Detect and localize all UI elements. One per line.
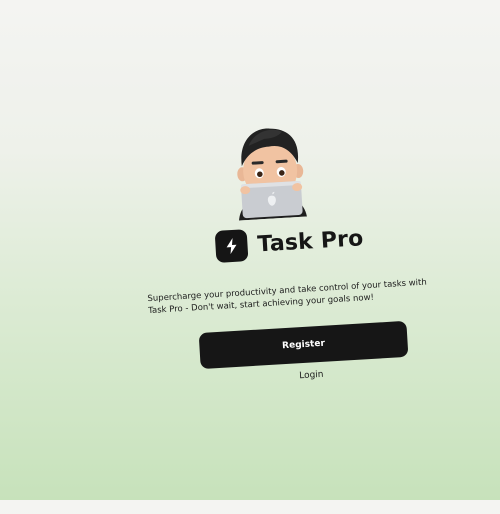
register-button[interactable]: Register [198, 320, 409, 370]
welcome-content: Task Pro Supercharge your productivity a… [0, 0, 500, 514]
user-avatar [237, 128, 307, 221]
app-name: Task Pro [256, 225, 365, 257]
lightning-icon [214, 229, 249, 263]
welcome-screen: Task Pro Supercharge your productivity a… [0, 0, 500, 500]
app-logo: Task Pro [214, 219, 364, 266]
tagline: Supercharge your productivity and take c… [147, 277, 428, 316]
login-link[interactable]: Login [276, 368, 346, 382]
